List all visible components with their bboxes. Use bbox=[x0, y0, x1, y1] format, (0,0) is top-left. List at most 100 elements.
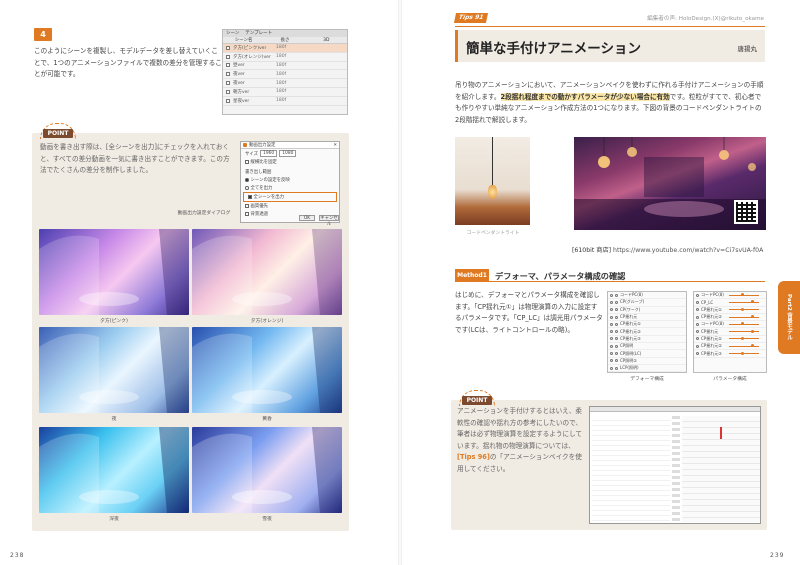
eye-icon[interactable] bbox=[610, 315, 613, 319]
eye-icon[interactable] bbox=[696, 352, 699, 356]
parameter-slider[interactable] bbox=[729, 293, 759, 297]
lock-icon[interactable] bbox=[615, 308, 618, 312]
parameter-row[interactable]: コードPC(8) bbox=[694, 321, 766, 329]
qr-code[interactable] bbox=[734, 200, 758, 224]
lock-icon[interactable] bbox=[615, 344, 618, 348]
eye-icon[interactable] bbox=[696, 308, 699, 312]
radio-scene-setting[interactable] bbox=[245, 178, 249, 182]
deformer-row[interactable]: LCP(照明) bbox=[608, 365, 686, 373]
scene-row[interactable]: 夜ver 180f bbox=[223, 70, 347, 80]
parameter-row[interactable]: CP揺れ元② bbox=[694, 343, 766, 351]
parameter-row[interactable]: CP揺れ元① bbox=[694, 307, 766, 314]
scene-checkbox[interactable] bbox=[226, 63, 230, 68]
lock-icon[interactable] bbox=[615, 352, 618, 356]
cancel-button[interactable]: キャンセル bbox=[319, 215, 339, 227]
scene-checkbox[interactable] bbox=[226, 89, 230, 94]
lock-icon[interactable] bbox=[615, 300, 618, 304]
thumbnail-night bbox=[39, 327, 189, 413]
eye-icon[interactable] bbox=[610, 344, 613, 348]
eye-icon[interactable] bbox=[610, 300, 613, 304]
deformer-row[interactable]: CP照明(LC) bbox=[608, 350, 686, 358]
deformer-row[interactable]: CP(グループ) bbox=[608, 299, 686, 307]
eye-icon[interactable] bbox=[696, 315, 699, 319]
scene-checkbox[interactable] bbox=[226, 45, 230, 50]
tips-reference[interactable]: [Tips 96] bbox=[457, 453, 490, 461]
quality-checkbox[interactable] bbox=[245, 204, 249, 208]
size-width-input[interactable]: 1960 bbox=[260, 150, 278, 157]
eye-icon[interactable] bbox=[610, 330, 613, 334]
tab-template[interactable]: テンプレート bbox=[245, 30, 272, 37]
parameter-slider[interactable] bbox=[729, 300, 759, 304]
parameter-row[interactable]: CP揺れ元③ bbox=[694, 350, 766, 358]
eye-icon[interactable] bbox=[610, 308, 613, 312]
intro-paragraph-right: 吊り物のアニメーションにおいて、アニメーションベイクを使わずに作れる手付けアニメ… bbox=[455, 80, 765, 126]
parameter-slider[interactable] bbox=[729, 322, 759, 326]
deformer-row[interactable]: CP揺れ元③ bbox=[608, 336, 686, 344]
close-icon[interactable]: ✕ bbox=[333, 143, 337, 148]
eye-icon[interactable] bbox=[696, 337, 699, 341]
radio-all-label: 全てを出力 bbox=[250, 186, 273, 191]
deformer-row[interactable]: CP(ワーク) bbox=[608, 307, 686, 314]
eye-icon[interactable] bbox=[696, 300, 699, 304]
scene-row[interactable]: 夕方(オレンジ)ver 180f bbox=[223, 53, 347, 62]
range-label: 書き出し範囲 bbox=[245, 170, 272, 175]
scene-row[interactable]: 星夜ver 180f bbox=[223, 97, 347, 106]
parameter-slider[interactable] bbox=[729, 351, 759, 355]
source-url[interactable]: https://www.youtube.com/watch?v=Ci7svUA-… bbox=[613, 247, 763, 254]
scene-row[interactable]: 昼ver 180f bbox=[223, 62, 347, 71]
lock-icon[interactable] bbox=[615, 359, 618, 363]
radio-all[interactable] bbox=[245, 186, 249, 190]
lock-icon[interactable] bbox=[615, 337, 618, 341]
scene-row[interactable]: 夜ver 180f bbox=[223, 79, 347, 88]
parameter-row[interactable]: コードPC(8) bbox=[694, 292, 766, 300]
scene-row[interactable]: 朝方ver 180f bbox=[223, 88, 347, 97]
deformer-name: CP(グループ) bbox=[620, 299, 645, 305]
scene-checkbox[interactable] bbox=[226, 81, 230, 86]
parameter-row[interactable]: CP揺れ元② bbox=[694, 314, 766, 322]
size-height-input[interactable]: 1080 bbox=[279, 150, 297, 157]
lock-icon[interactable] bbox=[615, 315, 618, 319]
point-box-right: POINT アニメーションを手付けするとはいえ、柔軟性の確認や揺れ方の参考にした… bbox=[451, 390, 767, 530]
parameter-row[interactable]: CP揺れ元 bbox=[694, 328, 766, 336]
lock-icon[interactable] bbox=[615, 322, 618, 326]
lock-icon[interactable] bbox=[615, 293, 618, 297]
deformer-row[interactable]: CP揺れ元① bbox=[608, 321, 686, 329]
eye-icon[interactable] bbox=[696, 330, 699, 334]
eye-icon[interactable] bbox=[610, 293, 613, 297]
parameter-slider[interactable] bbox=[729, 344, 759, 348]
parameter-row[interactable]: CP揺れ元① bbox=[694, 336, 766, 344]
scene-name: 夜ver bbox=[233, 72, 245, 78]
parameter-panel-screenshot: コードPC(8) CP_LC CP揺れ元① CP揺れ元② コードPC(8) CP揺れ元 CP… bbox=[693, 291, 767, 373]
deformer-row[interactable]: CP照明② bbox=[608, 358, 686, 365]
eye-icon[interactable] bbox=[696, 344, 699, 348]
scene-checkbox[interactable] bbox=[226, 98, 230, 103]
deformer-row[interactable]: CP照明 bbox=[608, 343, 686, 351]
eye-icon[interactable] bbox=[610, 366, 613, 370]
transparent-checkbox[interactable] bbox=[245, 212, 249, 216]
parameter-slider[interactable] bbox=[729, 336, 759, 340]
aspect-checkbox[interactable] bbox=[245, 160, 249, 164]
eye-icon[interactable] bbox=[610, 352, 613, 356]
scene-row[interactable]: 夕方(ピンク)ver 180f bbox=[223, 44, 347, 53]
section-side-tab[interactable]: Part2 背景モデル bbox=[778, 281, 800, 354]
all-scenes-checkbox[interactable] bbox=[248, 195, 252, 199]
lock-icon[interactable] bbox=[615, 366, 618, 370]
scene-checkbox[interactable] bbox=[226, 54, 230, 59]
parameter-row[interactable]: CP_LC bbox=[694, 299, 766, 307]
tips-label: Tips 91 bbox=[453, 13, 489, 23]
tab-scene[interactable]: シーン bbox=[226, 30, 239, 37]
lock-icon[interactable] bbox=[615, 330, 618, 334]
parameter-slider[interactable] bbox=[729, 307, 759, 311]
eye-icon[interactable] bbox=[696, 322, 699, 326]
eye-icon[interactable] bbox=[696, 293, 699, 297]
deformer-row[interactable]: CP揺れ元② bbox=[608, 328, 686, 336]
eye-icon[interactable] bbox=[610, 337, 613, 341]
scene-length: 180f bbox=[276, 62, 287, 68]
scene-checkbox[interactable] bbox=[226, 72, 230, 77]
eye-icon[interactable] bbox=[610, 322, 613, 326]
parameter-slider[interactable] bbox=[729, 329, 759, 333]
source-link[interactable]: [610bit 商店] https://www.youtube.com/watc… bbox=[572, 245, 768, 254]
ok-button[interactable]: OK bbox=[299, 215, 315, 221]
parameter-slider[interactable] bbox=[729, 315, 759, 319]
eye-icon[interactable] bbox=[610, 359, 613, 363]
